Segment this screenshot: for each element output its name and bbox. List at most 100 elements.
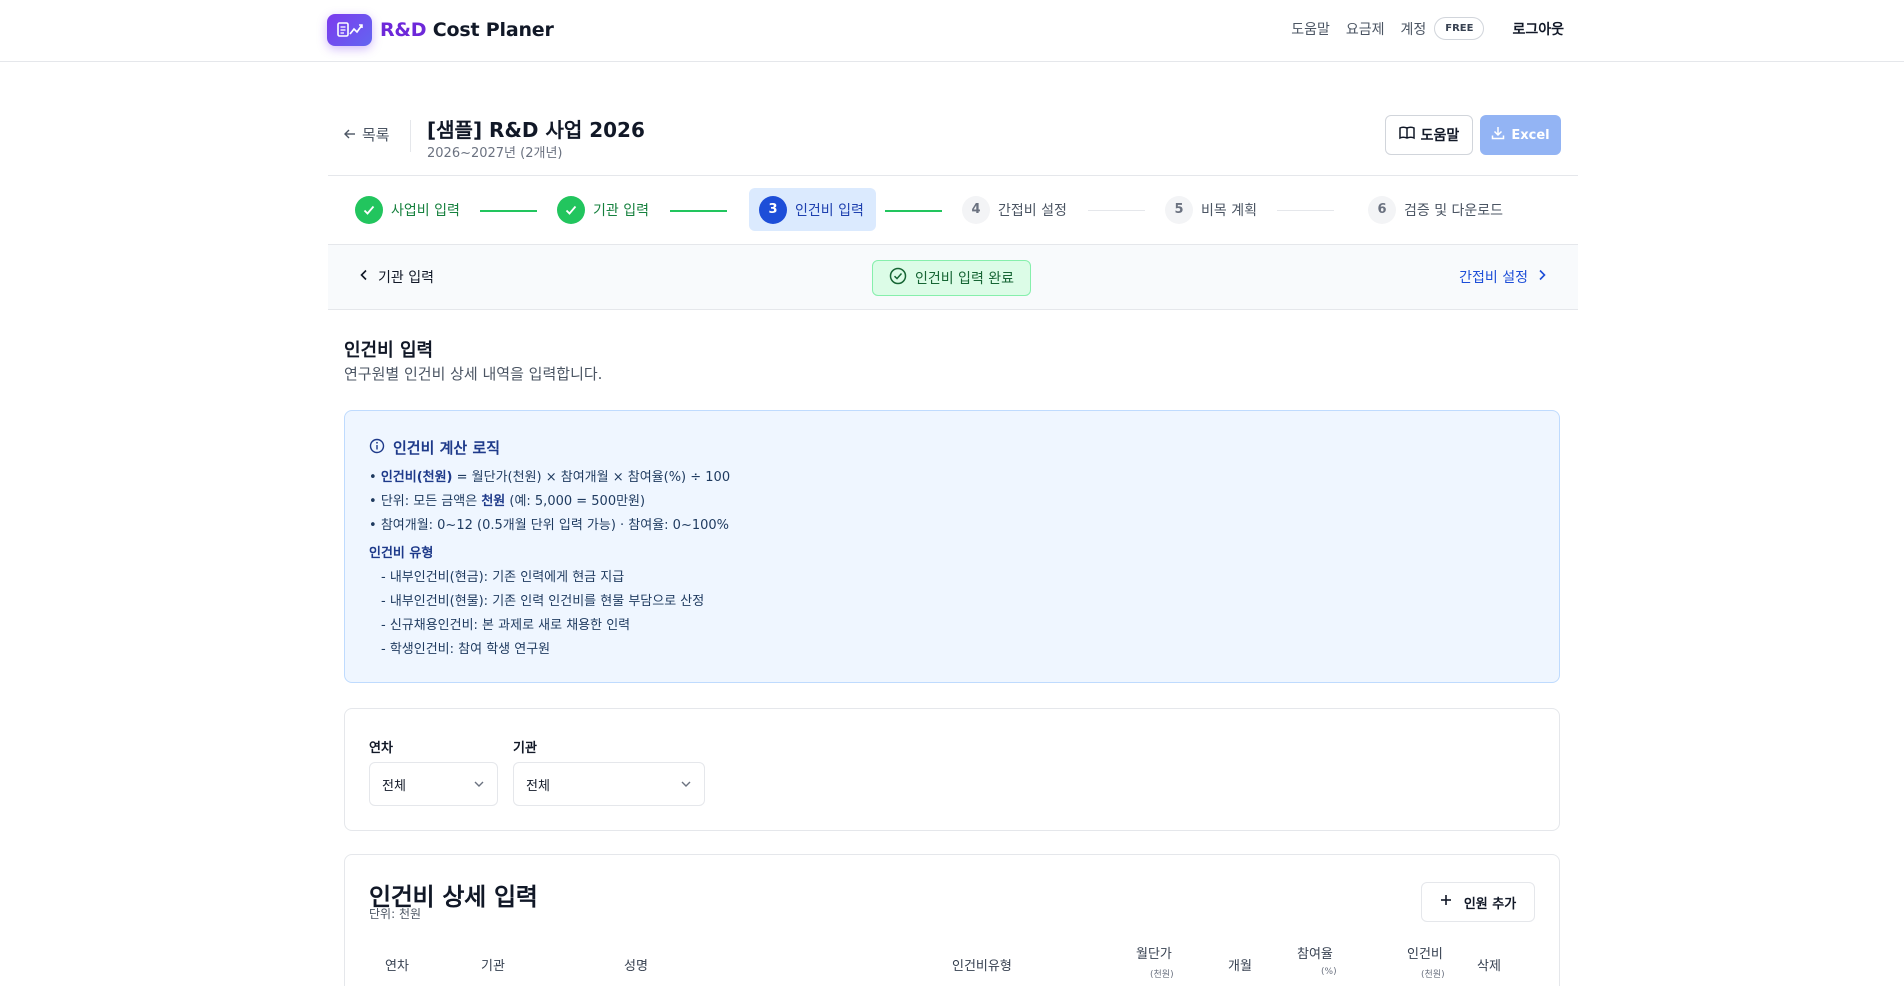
top-navbar: R&D Cost Planer 도움말 요금제 계정 FREE 로그아웃 [0,0,1904,62]
check-icon [355,195,383,224]
excel-download-button[interactable]: Excel [1480,115,1561,155]
col-header-rate: 참여율 [1297,947,1333,962]
org-filter-value: 전체 [526,778,550,794]
add-person-label: 인원 추가 [1463,896,1517,912]
back-to-list-link[interactable]: 목록 [344,124,390,145]
app-logo[interactable]: R&D Cost Planer [327,14,554,46]
step-label: 검증 및 다운로드 [1404,202,1504,219]
detail-unit: 단위: 천원 [369,907,422,921]
col-header-year: 연차 [385,959,409,974]
unit-example: (예: 5,000 = 500만원) [505,494,646,509]
back-label: 목록 [362,126,390,144]
step-number: 6 [1368,195,1396,224]
step-navigation: 기관 입력 인건비 입력 완료 간접비 설정 [328,244,1578,310]
year-filter-select[interactable]: 전체 [369,762,498,806]
step-number: 5 [1165,195,1193,224]
plus-icon [1440,894,1452,910]
types-heading: 인건비 유형 [369,546,434,561]
formula-text: = 월단가(천원) × 참여개월 × 참여율(%) ÷ 100 [452,470,731,485]
step-label: 기관 입력 [593,202,649,219]
book-icon [1398,126,1415,144]
step-label: 사업비 입력 [391,202,460,219]
status-label: 인건비 입력 완료 [914,271,1015,287]
step-connector [885,210,942,212]
nav-account-link[interactable]: 계정 [1401,19,1427,39]
download-icon [1491,126,1505,144]
unit-text: 단위: 모든 금액은 [380,494,482,509]
org-filter-label: 기관 [513,741,537,756]
step-number: 4 [962,195,990,224]
col-unit-rate: (%) [1321,967,1337,977]
formula-line: • 인건비(천원) = 월단가(천원) × 참여개월 × 참여율(%) ÷ 10… [369,470,731,485]
col-unit-cost: (천원) [1421,970,1445,980]
col-header-months: 개월 [1228,959,1252,974]
step-expense-plan[interactable]: 5 비목 계획 [1155,188,1267,231]
logout-button[interactable]: 로그아웃 [1512,19,1564,39]
prev-step-label: 기관 입력 [378,270,434,286]
info-heading: 인건비 계산 로직 [369,437,1535,458]
excel-button-label: Excel [1511,127,1550,143]
info-title: 인건비 계산 로직 [393,439,501,457]
col-header-name: 성명 [624,959,648,974]
help-button[interactable]: 도움말 [1385,115,1473,155]
step-number: 3 [759,195,787,224]
app-name: R&D Cost Planer [380,19,554,41]
add-person-button[interactable]: 인원 추가 [1421,882,1535,922]
col-header-cost: 인건비 [1407,947,1443,962]
nav-pricing-link[interactable]: 요금제 [1346,19,1385,39]
plan-badge: FREE [1434,17,1485,40]
col-header-type: 인건비유형 [952,959,1012,974]
col-header-delete: 삭제 [1477,959,1501,974]
check-icon [557,195,585,224]
chevron-left-icon [360,269,368,285]
calculation-info-box: 인건비 계산 로직 • 인건비(천원) = 월단가(천원) × 참여개월 × 참… [344,410,1560,683]
arrow-left-icon [344,126,356,144]
nav-links: 도움말 요금제 계정 FREE 로그아웃 [1291,17,1564,40]
nav-help-link[interactable]: 도움말 [1291,19,1330,39]
project-title: [샘플] R&D 사업 2026 [427,118,645,142]
step-label: 인건비 입력 [795,202,864,219]
status-badge: 인건비 입력 완료 [872,260,1031,296]
section-description: 연구원별 인건비 상세 내역을 입력합니다. [344,365,603,383]
col-header-monthly: 월단가 [1136,947,1172,962]
col-header-org: 기관 [481,959,505,974]
prev-step-button[interactable]: 기관 입력 [360,267,434,287]
step-connector [670,210,727,212]
personnel-detail-card: 인건비 상세 입력 단위: 천원 인원 추가 연차 기관 성명 인건비유형 월단… [344,854,1560,986]
step-personnel-input[interactable]: 3 인건비 입력 [749,188,876,231]
type-item: - 신규채용인건비: 본 과제로 새로 채용한 인력 [381,618,631,633]
project-period: 2026~2027년 (2개년) [427,146,563,161]
next-step-label: 간접비 설정 [1459,270,1528,286]
step-label: 비목 계획 [1201,202,1257,219]
help-button-label: 도움말 [1420,128,1460,144]
type-item: - 학생인건비: 참여 학생 연구원 [381,642,551,657]
unit-term: 천원 [481,494,506,509]
check-circle-icon [889,267,907,289]
step-label: 간접비 설정 [998,202,1067,219]
step-connector [1088,210,1145,211]
step-connector [480,210,537,212]
range-text: 참여개월: 0~12 (0.5개월 단위 입력 가능) · 참여율: 0~100… [380,518,730,533]
year-filter-label: 연차 [369,741,393,756]
chevron-down-icon [473,777,485,792]
range-line: • 참여개월: 0~12 (0.5개월 단위 입력 가능) · 참여율: 0~1… [369,518,730,533]
info-icon [369,438,385,458]
project-header: 목록 [샘플] R&D 사업 2026 2026~2027년 (2개년) 도움말… [328,106,1578,176]
step-indirect-cost[interactable]: 4 간접비 설정 [952,188,1077,231]
chevron-right-icon [1538,269,1546,285]
formula-term: 인건비(천원) [380,470,453,485]
org-filter-select[interactable]: 전체 [513,762,705,806]
step-budget-input[interactable]: 사업비 입력 [345,188,470,231]
step-connector [1277,210,1334,211]
col-unit-monthly: (천원) [1150,970,1174,980]
step-validate-download[interactable]: 6 검증 및 다운로드 [1358,188,1513,231]
chevron-down-icon [680,777,692,792]
logo-icon [327,14,372,46]
type-item: - 내부인건비(현금): 기존 인력에게 현금 지급 [381,570,625,585]
next-step-button[interactable]: 간접비 설정 [1459,267,1546,287]
divider [410,120,411,152]
type-item: - 내부인건비(현물): 기존 인력 인건비를 현물 부담으로 산정 [381,594,705,609]
step-org-input[interactable]: 기관 입력 [547,188,659,231]
section-title: 인건비 입력 [344,340,434,361]
filter-card: 연차 전체 기관 전체 [344,708,1560,831]
